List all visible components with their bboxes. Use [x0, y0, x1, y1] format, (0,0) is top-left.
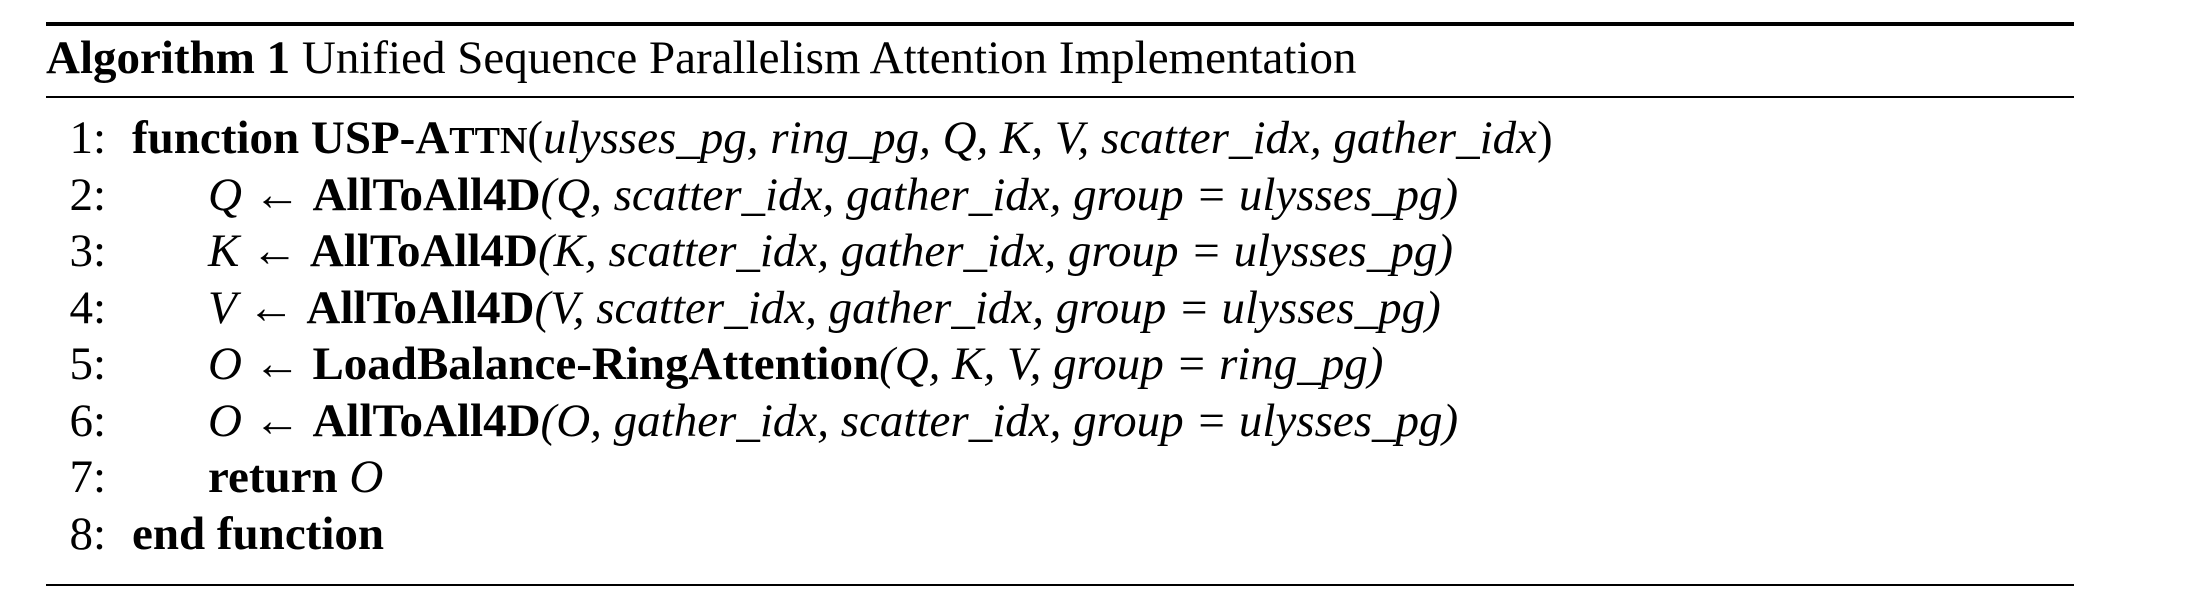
line-body: function USP-ATTN(ulysses_pg, ring_pg, Q… — [132, 110, 1553, 170]
assignment-lhs: K ← — [208, 225, 299, 277]
line-body: return O — [208, 449, 383, 506]
algorithm-line: 2: Q ← AllToAll4D(Q, scatter_idx, gather… — [46, 167, 2074, 224]
assignment-lhs: V ← — [208, 281, 295, 334]
line-body: O ← LoadBalance-RingAttention(Q, K, V, g… — [208, 336, 1383, 393]
function-args: ulysses_pg, ring_pg, Q, K, V, scatter_id… — [543, 112, 1537, 164]
line-body: O ← AllToAll4D(O, gather_idx, scatter_id… — [208, 393, 1458, 450]
keyword: function — [132, 112, 300, 164]
return-value: O — [349, 451, 384, 503]
algorithm-block: Algorithm 1 Unified Sequence Parallelism… — [46, 22, 2074, 586]
algorithm-caption: Algorithm 1 Unified Sequence Parallelism… — [46, 30, 2074, 86]
line-number: 6: — [69, 394, 106, 447]
line-body: K ← AllToAll4D(K, scatter_idx, gather_id… — [208, 223, 1453, 280]
line-number: 3: — [69, 225, 106, 277]
call-name: AllToAll4D — [306, 281, 535, 334]
call-name: LoadBalance-RingAttention — [312, 338, 880, 390]
algorithm-line: 6: O ← AllToAll4D(O, gather_idx, scatter… — [46, 393, 2074, 450]
close-paren: ) — [1537, 112, 1553, 164]
call-args: (K, scatter_idx, gather_idx, group = uly… — [537, 225, 1453, 277]
algorithm-label: Algorithm 1 — [46, 32, 291, 84]
bottom-rule — [46, 584, 2074, 586]
assignment-lhs: Q ← — [208, 168, 301, 221]
line-number: 1: — [69, 112, 106, 164]
line-number: 7: — [69, 451, 106, 503]
assignment-lhs: O ← — [208, 394, 301, 447]
top-rule — [46, 22, 2074, 26]
line-number: 2: — [69, 168, 106, 221]
keyword: end function — [132, 507, 385, 560]
call-args: (V, scatter_idx, gather_idx, group = uly… — [534, 281, 1441, 334]
line-body: Q ← AllToAll4D(Q, scatter_idx, gather_id… — [208, 167, 1458, 224]
call-name: AllToAll4D — [312, 394, 541, 447]
algorithm-line: 8: end function — [46, 506, 2074, 563]
call-name: AllToAll4D — [312, 168, 541, 221]
function-name-main: USP-A — [310, 112, 450, 164]
line-number: 4: — [69, 281, 106, 334]
line-number: 8: — [69, 507, 106, 560]
call-args: (O, gather_idx, scatter_idx, group = uly… — [540, 394, 1459, 447]
call-args: (Q, scatter_idx, gather_idx, group = uly… — [540, 168, 1459, 221]
keyword: return — [208, 451, 338, 503]
algorithm-line: 3: K ← AllToAll4D(K, scatter_idx, gather… — [46, 223, 2074, 280]
call-name: AllToAll4D — [309, 225, 538, 277]
function-name-smallcaps: TTN — [449, 120, 528, 162]
call-args: (Q, K, V, group = ring_pg) — [879, 338, 1384, 390]
algorithm-line: 5: O ← LoadBalance-RingAttention(Q, K, V… — [46, 336, 2074, 393]
assignment-lhs: O ← — [208, 338, 301, 390]
algorithm-line: 1: function USP-ATTN(ulysses_pg, ring_pg… — [46, 110, 2074, 167]
algorithm-lines: 1: function USP-ATTN(ulysses_pg, ring_pg… — [46, 98, 2074, 562]
open-paren: ( — [527, 112, 544, 164]
line-body: V ← AllToAll4D(V, scatter_idx, gather_id… — [208, 280, 1441, 337]
line-number: 5: — [69, 338, 106, 390]
algorithm-line: 7: return O — [46, 449, 2074, 506]
algorithm-line: 4: V ← AllToAll4D(V, scatter_idx, gather… — [46, 280, 2074, 337]
function-name: USP-ATTN — [311, 112, 528, 164]
line-body: end function — [132, 506, 384, 563]
algorithm-title: Unified Sequence Parallelism Attention I… — [301, 32, 1357, 84]
